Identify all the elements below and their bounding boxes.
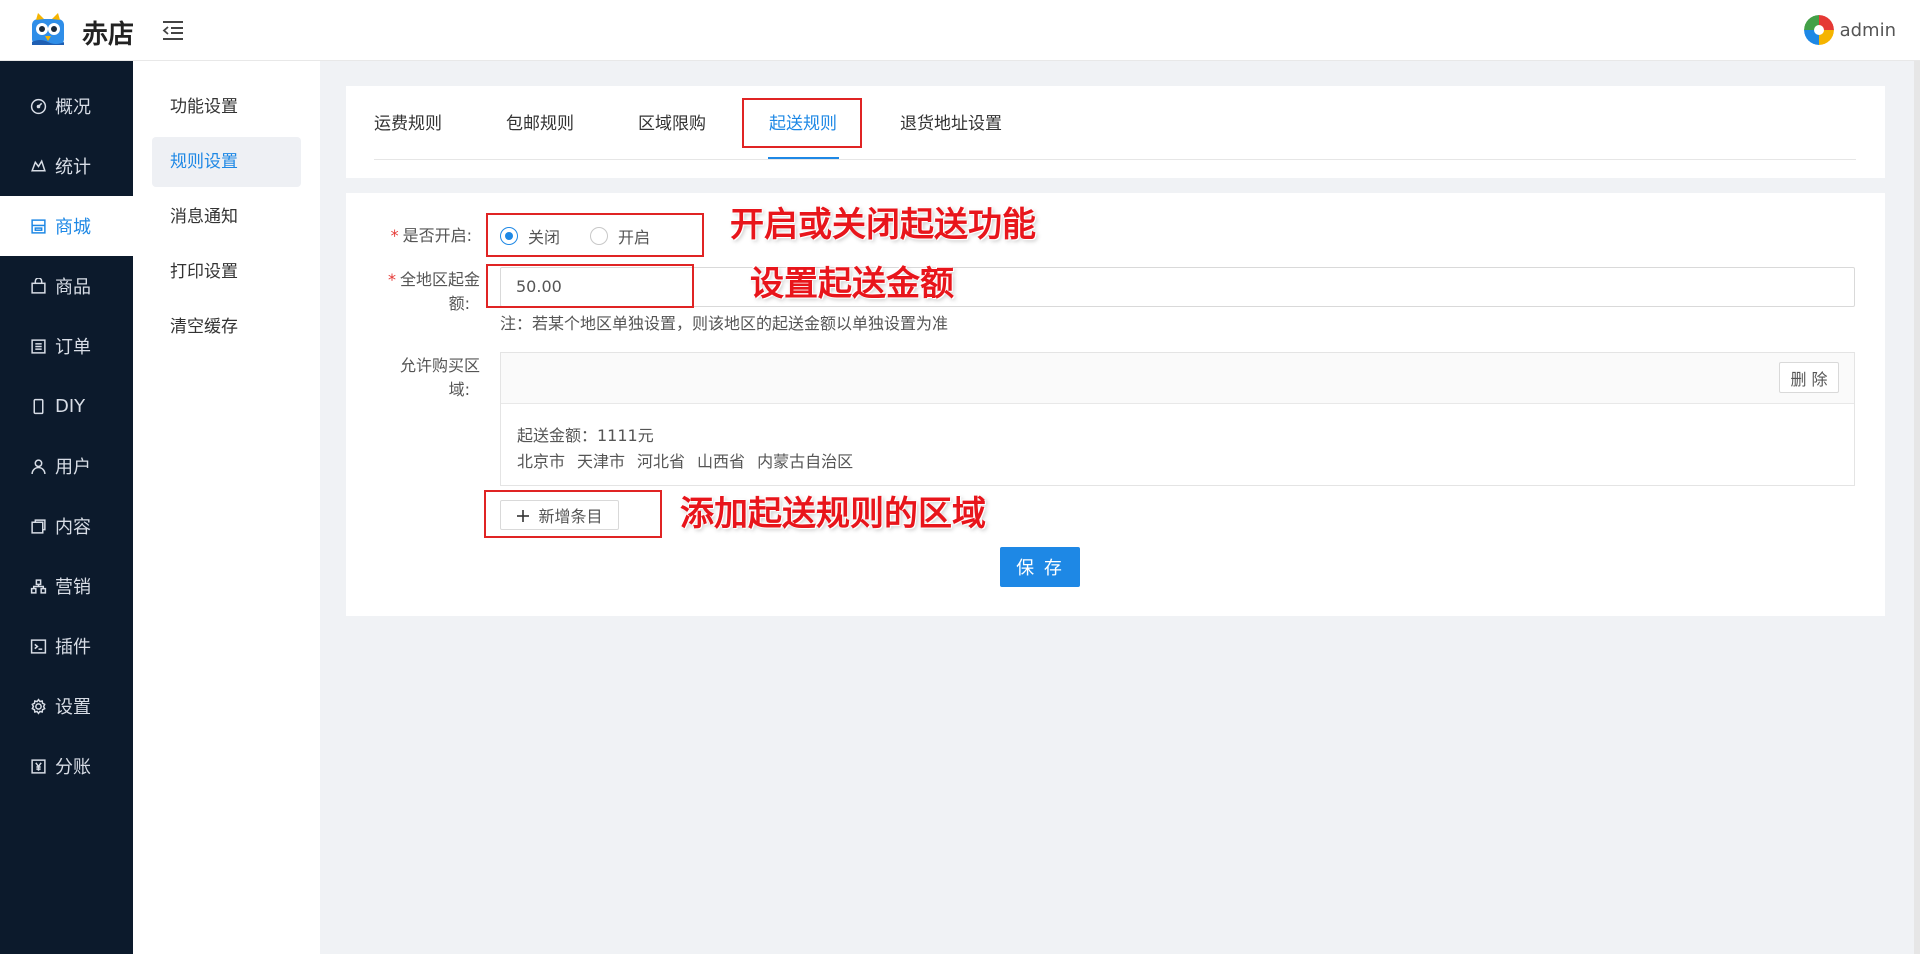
sidebar-item-label: 设置: [55, 697, 91, 718]
annotation-box-tab: [742, 98, 862, 148]
save-button[interactable]: 保 存: [1000, 547, 1080, 587]
enable-label-text: 是否开启:: [402, 226, 472, 245]
tab-return-address[interactable]: 退货地址设置: [900, 104, 1002, 144]
logo-icon: [28, 9, 68, 49]
sidebar-item-store[interactable]: 商城: [0, 196, 133, 256]
region-label-line1: 允许购买区: [399, 356, 480, 375]
tab-card: [346, 86, 1885, 178]
amount-label-line2: 额:: [448, 294, 470, 313]
terminal-icon: [30, 638, 47, 655]
subnav-item-function[interactable]: 功能设置: [152, 82, 301, 132]
main-sidebar: 概况 统计 商城 商品 订单 DIY 用户 内容 营销 插件 设置 分账: [0, 61, 133, 954]
store-icon: [30, 218, 47, 235]
amount-input[interactable]: 50.00: [500, 267, 1855, 307]
copy-icon: [30, 518, 47, 535]
tab-region-limit[interactable]: 区域限购: [638, 104, 706, 144]
sidebar-item-split[interactable]: 分账: [0, 736, 133, 796]
sidebar-item-label: 商城: [55, 217, 91, 238]
subnav-item-notify[interactable]: 消息通知: [152, 192, 301, 242]
sidebar-item-marketing[interactable]: 营销: [0, 556, 133, 616]
tab-divider: [374, 159, 1856, 160]
sidebar-item-label: 用户: [55, 457, 91, 478]
list-icon: [30, 338, 47, 355]
gear-icon: [30, 697, 47, 715]
brand-name: 赤店: [82, 20, 135, 50]
amount-label-line1: 全地区起金: [399, 270, 480, 289]
subnav-item-rules[interactable]: 规则设置: [152, 137, 301, 187]
sidebar-item-label: 插件: [55, 637, 91, 658]
sidebar-item-label: DIY: [55, 395, 86, 417]
delete-button[interactable]: 删 除: [1779, 362, 1839, 393]
user-menu[interactable]: admin: [1803, 15, 1896, 45]
sidebar-item-users[interactable]: 用户: [0, 436, 133, 496]
user-icon: [30, 458, 47, 475]
sidebar-item-label: 订单: [55, 337, 91, 358]
sidebar-item-label: 商品: [55, 277, 91, 298]
tab-free-shipping[interactable]: 包邮规则: [506, 104, 574, 144]
region-name: 天津市: [577, 452, 626, 471]
region-min-amount: 起送金额：1111元: [517, 426, 654, 445]
yen-icon: [30, 758, 47, 775]
sidebar-item-stats[interactable]: 统计: [0, 136, 133, 196]
top-bar: 赤店 admin: [0, 0, 1920, 61]
annotation-toggle-text: 开启或关闭起送功能: [730, 205, 1036, 245]
sidebar-item-label: 概况: [55, 97, 91, 118]
region-name: 河北省: [637, 452, 686, 471]
sidebar-item-label: 分账: [55, 757, 91, 778]
amount-label: * 全地区起金 额:: [376, 268, 480, 316]
sub-sidebar: 功能设置 规则设置 消息通知 打印设置 清空缓存: [133, 61, 320, 954]
active-tab-indicator: [768, 157, 839, 159]
user-name: admin: [1839, 19, 1896, 41]
region-rule-header: 删 除: [501, 353, 1854, 404]
region-label: 允许购买区 域:: [376, 354, 480, 402]
avatar: [1803, 15, 1834, 45]
sidebar-item-label: 营销: [55, 577, 91, 598]
required-mark: *: [387, 270, 396, 289]
region-name: 山西省: [697, 452, 746, 471]
subnav-item-cache[interactable]: 清空缓存: [152, 302, 301, 352]
annotation-amount-text: 设置起送金额: [750, 264, 954, 304]
subnav-item-print[interactable]: 打印设置: [152, 247, 301, 297]
sidebar-item-plugins[interactable]: 插件: [0, 616, 133, 676]
region-rule-item: 删 除 起送金额：1111元 北京市 天津市 河北省 山西省 内蒙古自治区: [500, 352, 1855, 486]
sidebar-item-overview[interactable]: 概况: [0, 76, 133, 136]
annotation-add-text: 添加起送规则的区域: [680, 494, 986, 534]
sidebar-item-content[interactable]: 内容: [0, 496, 133, 556]
dashboard-icon: [30, 98, 47, 115]
annotation-box-amount: [486, 264, 694, 308]
region-name: 北京市: [517, 452, 566, 471]
chart-icon: [30, 158, 47, 175]
sidebar-item-label: 统计: [55, 157, 91, 178]
sidebar-item-goods[interactable]: 商品: [0, 256, 133, 316]
sidebar-item-settings[interactable]: 设置: [0, 676, 133, 736]
region-label-line2: 域:: [448, 380, 470, 399]
page-scrollbar[interactable]: [1914, 61, 1920, 954]
enable-label: * 是否开启:: [376, 224, 472, 248]
menu-collapse-icon[interactable]: [160, 17, 186, 43]
amount-note: 注：若某个地区单独设置，则该地区的起送金额以单独设置为准: [500, 314, 949, 333]
required-mark: *: [390, 226, 399, 245]
annotation-box-add: [484, 490, 662, 538]
phone-icon: [30, 398, 47, 415]
sidebar-item-diy[interactable]: DIY: [0, 376, 133, 436]
region-name: 内蒙古自治区: [757, 452, 854, 471]
annotation-box-toggle: [486, 213, 704, 257]
bag-icon: [30, 277, 47, 295]
network-icon: [30, 578, 47, 595]
sidebar-item-orders[interactable]: 订单: [0, 316, 133, 376]
sidebar-item-label: 内容: [55, 517, 91, 538]
tab-freight[interactable]: 运费规则: [374, 104, 442, 144]
region-list: 北京市 天津市 河北省 山西省 内蒙古自治区: [517, 448, 853, 472]
